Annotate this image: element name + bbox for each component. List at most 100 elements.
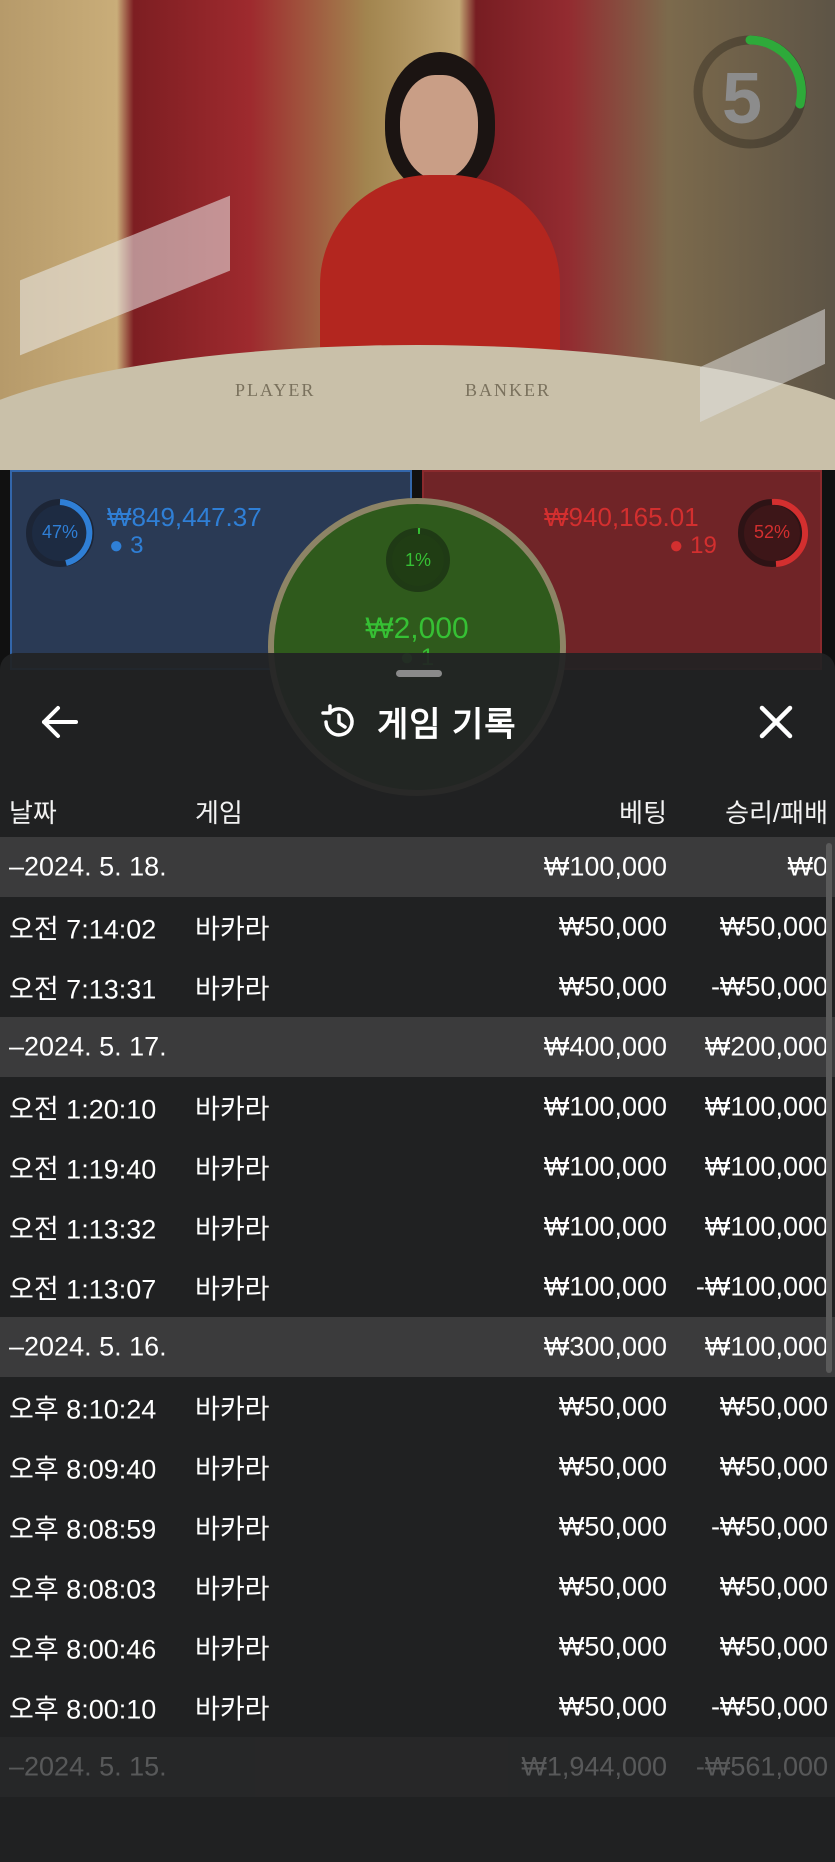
user-icon: ● — [109, 532, 124, 559]
game-time: 오전 1:13:07 — [9, 1274, 157, 1305]
game-time: 오전 7:14:02 — [9, 914, 157, 945]
game-bet: ₩50,000 — [558, 1511, 667, 1542]
date-group-row[interactable]: –2024. 5. 15. ₩1,944,000 -₩561,000 — [0, 1737, 835, 1797]
group-result-total: ₩100,000 — [704, 1331, 828, 1362]
game-row[interactable]: 오후 8:10:24 바카라 ₩50,000 ₩50,000 — [0, 1377, 835, 1437]
card-shoe — [20, 195, 230, 356]
game-row[interactable]: 오전 1:13:32 바카라 ₩100,000 ₩100,000 — [0, 1197, 835, 1257]
game-time: 오후 8:08:03 — [9, 1574, 157, 1605]
panel-header: 게임 기록 — [0, 697, 835, 746]
column-header-result: 승리/패배 — [725, 798, 828, 828]
history-icon — [321, 703, 355, 737]
game-result: ₩50,000 — [719, 1631, 828, 1662]
banker-count-value: 19 — [690, 532, 717, 559]
banker-percent: 52% — [753, 522, 791, 542]
drag-handle[interactable] — [396, 670, 442, 677]
player-total-bet: ₩849,447.37 — [107, 502, 262, 532]
game-bet: ₩100,000 — [543, 1211, 667, 1242]
date-group-row[interactable]: –2024. 5. 16. ₩300,000 ₩100,000 — [0, 1317, 835, 1377]
banker-total-bet: ₩940,165.01 — [544, 502, 699, 532]
tie-total-bet: ₩2,000 — [365, 612, 469, 645]
game-name: 바카라 — [195, 1574, 270, 1605]
game-bet: ₩50,000 — [558, 971, 667, 1002]
game-time: 오전 1:13:32 — [9, 1214, 157, 1245]
game-name: 바카라 — [195, 914, 270, 945]
group-bet-total: ₩400,000 — [543, 1031, 667, 1062]
game-row[interactable]: 오후 8:09:40 바카라 ₩50,000 ₩50,000 — [0, 1437, 835, 1497]
table-label-banker: BANKER — [465, 380, 552, 400]
game-time: 오전 7:13:31 — [9, 974, 157, 1005]
column-header-date: 날짜 — [9, 798, 57, 828]
game-bet: ₩100,000 — [543, 1151, 667, 1182]
game-time: 오전 1:20:10 — [9, 1094, 157, 1125]
user-icon: ● — [669, 532, 684, 559]
dealer-body — [320, 175, 560, 370]
game-result: -₩100,000 — [695, 1271, 828, 1302]
game-time: 오후 8:10:24 — [9, 1394, 157, 1425]
game-row[interactable]: 오후 8:08:03 바카라 ₩50,000 ₩50,000 — [0, 1557, 835, 1617]
group-bet-total: ₩1,944,000 — [521, 1751, 667, 1782]
date-group-row[interactable]: –2024. 5. 17. ₩400,000 ₩200,000 — [0, 1017, 835, 1077]
game-bet: ₩50,000 — [558, 1631, 667, 1662]
group-bet-total: ₩100,000 — [543, 851, 667, 882]
game-name: 바카라 — [195, 1394, 270, 1425]
game-name: 바카라 — [195, 974, 270, 1005]
game-bet: ₩50,000 — [558, 1571, 667, 1602]
game-row[interactable]: 오전 7:14:02 바카라 ₩50,000 ₩50,000 — [0, 897, 835, 957]
game-result: -₩50,000 — [710, 1511, 828, 1542]
game-result: ₩100,000 — [704, 1091, 828, 1122]
date-group-row[interactable]: –2024. 5. 18. ₩100,000 ₩0 — [0, 837, 835, 897]
game-bet: ₩50,000 — [558, 911, 667, 942]
date-label: –2024. 5. 15. — [9, 1751, 167, 1782]
game-row[interactable]: 오후 8:08:59 바카라 ₩50,000 -₩50,000 — [0, 1497, 835, 1557]
date-label: –2024. 5. 16. — [9, 1331, 167, 1362]
table-label-player: PLAYER — [235, 380, 316, 400]
history-rows: –2024. 5. 18. ₩100,000 ₩0 오전 7:14:02 바카라… — [0, 837, 835, 1797]
game-name: 바카라 — [195, 1094, 270, 1125]
game-result: -₩50,000 — [710, 1691, 828, 1722]
tie-percent: 1% — [404, 550, 431, 570]
close-icon — [759, 705, 793, 739]
game-row[interactable]: 오후 8:00:10 바카라 ₩50,000 -₩50,000 — [0, 1677, 835, 1737]
history-table-header: 날짜 게임 베팅 승리/패배 — [0, 781, 835, 837]
game-result: ₩50,000 — [719, 1451, 828, 1482]
game-row[interactable]: 오전 1:20:10 바카라 ₩100,000 ₩100,000 — [0, 1077, 835, 1137]
group-result-total: ₩0 — [787, 851, 829, 882]
player-percent: 47% — [41, 522, 79, 542]
group-bet-total: ₩300,000 — [543, 1331, 667, 1362]
dealer-face — [400, 75, 478, 180]
player-count-value: 3 — [130, 532, 144, 559]
game-bet: ₩50,000 — [558, 1691, 667, 1722]
game-row[interactable]: 오전 1:19:40 바카라 ₩100,000 ₩100,000 — [0, 1137, 835, 1197]
game-name: 바카라 — [195, 1694, 270, 1725]
column-header-bet: 베팅 — [619, 798, 667, 828]
game-row[interactable]: 오후 8:00:46 바카라 ₩50,000 ₩50,000 — [0, 1617, 835, 1677]
countdown-number: 5 — [721, 59, 763, 139]
game-result: ₩50,000 — [719, 1571, 828, 1602]
scrollbar[interactable] — [826, 843, 832, 1373]
game-row[interactable]: 오전 7:13:31 바카라 ₩50,000 -₩50,000 — [0, 957, 835, 1017]
game-result: ₩50,000 — [719, 1391, 828, 1422]
date-label: –2024. 5. 17. — [9, 1031, 167, 1062]
game-history-panel: 게임 기록 날짜 게임 베팅 승리/패배 –2024. 5. 18. ₩100,… — [0, 653, 835, 1862]
game-name: 바카라 — [195, 1214, 270, 1245]
game-result: ₩100,000 — [704, 1151, 828, 1182]
group-result-total: ₩200,000 — [704, 1031, 828, 1062]
game-bet: ₩100,000 — [543, 1091, 667, 1122]
group-result-total: -₩561,000 — [695, 1751, 828, 1782]
player-count: ● 3 — [109, 532, 144, 560]
game-time: 오후 8:00:10 — [9, 1694, 157, 1725]
banker-count: ● 19 — [669, 532, 717, 560]
game-time: 오후 8:09:40 — [9, 1454, 157, 1485]
game-bet: ₩100,000 — [543, 1271, 667, 1302]
game-bet: ₩50,000 — [558, 1391, 667, 1422]
game-result: ₩50,000 — [719, 911, 828, 942]
game-row[interactable]: 오전 1:13:07 바카라 ₩100,000 -₩100,000 — [0, 1257, 835, 1317]
close-button[interactable] — [752, 698, 800, 746]
date-label: –2024. 5. 18. — [9, 851, 167, 882]
game-name: 바카라 — [195, 1274, 270, 1305]
panel-title: 게임 기록 — [376, 706, 517, 744]
game-time: 오후 8:00:46 — [9, 1634, 157, 1665]
game-result: ₩100,000 — [704, 1211, 828, 1242]
game-name: 바카라 — [195, 1634, 270, 1665]
